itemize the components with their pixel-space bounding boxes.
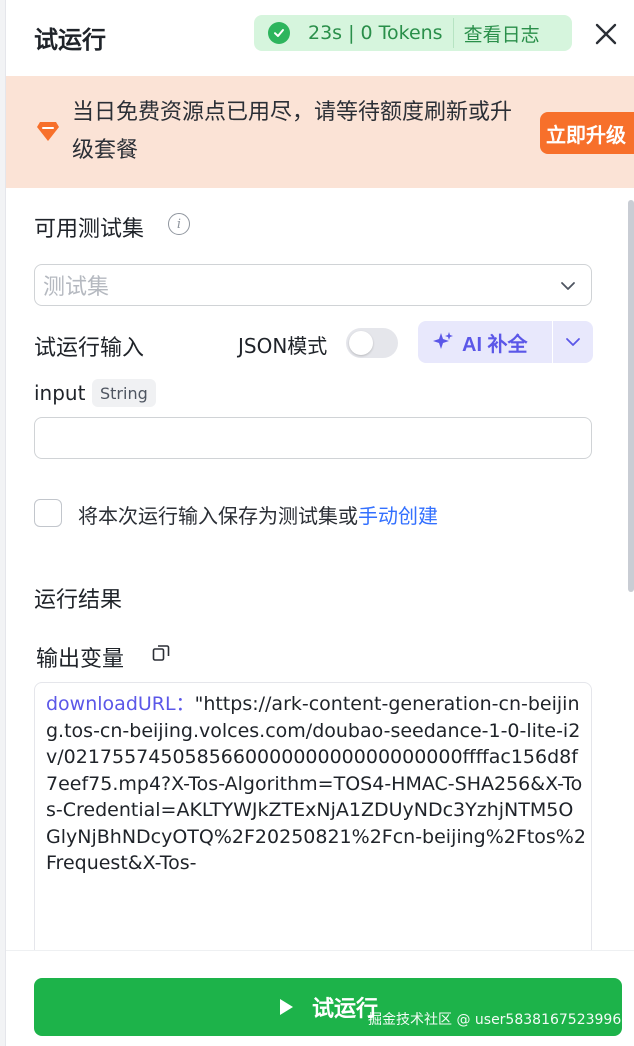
output-variable-label: 输出变量 (36, 647, 125, 672)
test-set-label: 可用测试集 (34, 217, 145, 242)
output-variable-box: downloadURL："https://ark-content-generat… (34, 682, 592, 982)
play-icon (279, 999, 293, 1015)
chevron-down-icon (566, 338, 580, 346)
run-result-label: 运行结果 (34, 588, 123, 613)
copy-icon[interactable] (152, 644, 170, 666)
status-divider (452, 18, 454, 48)
json-mode-toggle[interactable] (346, 328, 398, 358)
output-var-value: "https://ark-content-generation-cn-beiji… (46, 693, 586, 874)
ai-fill-button[interactable]: AI 补全 (418, 321, 552, 363)
sparkle-icon (433, 332, 453, 349)
diamond-icon (36, 120, 60, 146)
test-run-panel: 试运行 23s | 0 Tokens 查看日志 当日免费资源点已用尽，请等待额度… (6, 0, 634, 1046)
chevron-down-icon (561, 282, 575, 290)
panel-scrollbar[interactable] (628, 200, 634, 592)
info-icon[interactable]: i (168, 213, 190, 235)
run-status-badge: 23s | 0 Tokens 查看日志 (254, 15, 572, 51)
toggle-knob (349, 331, 373, 355)
panel-title: 试运行 (34, 25, 106, 54)
ai-fill-label: AI 补全 (462, 333, 528, 356)
watermark: 掘金技术社区 @ user5838167523996 (368, 1012, 622, 1028)
upgrade-button[interactable]: 立即升级 (540, 112, 634, 154)
output-var-name: downloadURL： (46, 693, 195, 715)
input-value-field[interactable] (34, 417, 592, 459)
manual-create-link[interactable]: 手动创建 (358, 504, 438, 528)
run-duration: 23s (308, 22, 343, 44)
token-count: 0 Tokens (360, 22, 443, 44)
ai-fill-dropdown[interactable] (553, 321, 593, 363)
json-mode-label: JSON模式 (238, 334, 328, 358)
save-testset-checkbox[interactable] (34, 499, 62, 527)
save-testset-label: 将本次运行输入保存为测试集或手动创建 (78, 500, 438, 529)
run-input-label: 试运行输入 (34, 336, 145, 361)
success-check-icon (268, 22, 290, 44)
input-type-badge: String (92, 379, 156, 407)
close-icon[interactable] (594, 22, 618, 46)
test-set-select[interactable]: 测试集 (34, 264, 592, 306)
output-content: downloadURL："https://ark-content-generat… (46, 691, 586, 877)
save-testset-text: 将本次运行输入保存为测试集或 (78, 504, 358, 528)
input-field-name: input (34, 381, 86, 405)
test-set-placeholder: 测试集 (43, 275, 110, 300)
view-log-link[interactable]: 查看日志 (464, 20, 540, 47)
quota-message: 当日免费资源点已用尽，请等待额度刷新或升级套餐 (72, 100, 513, 163)
